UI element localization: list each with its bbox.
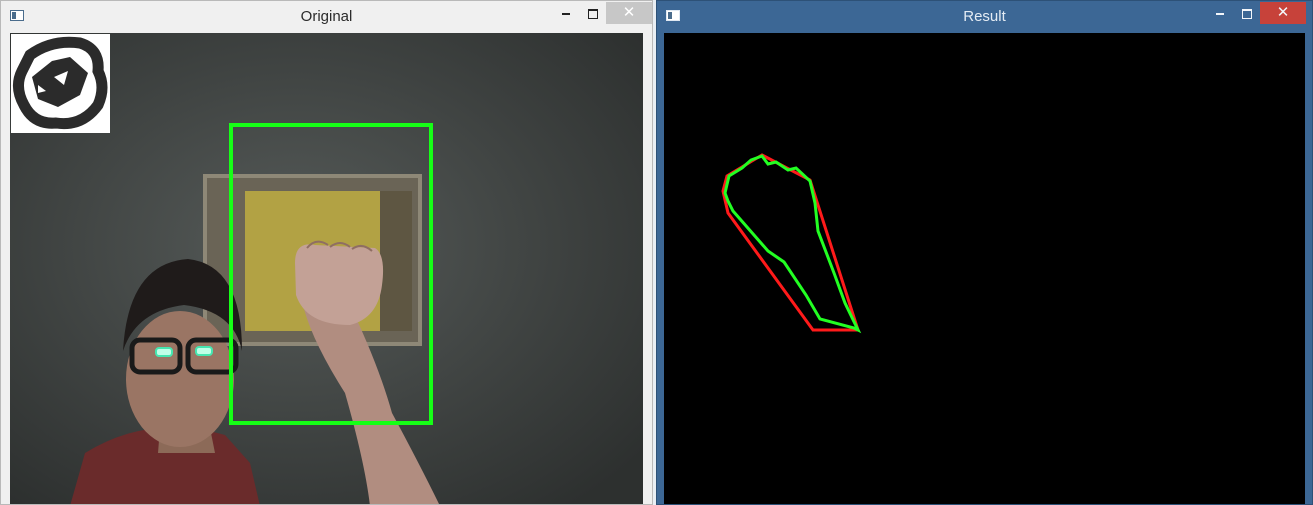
close-button[interactable]: ✕ [1260, 2, 1306, 24]
maximize-button[interactable] [580, 2, 606, 24]
maximize-button[interactable] [1234, 2, 1260, 24]
minimize-button[interactable] [1207, 2, 1233, 24]
maximize-icon [588, 8, 598, 19]
close-icon: ✕ [622, 4, 636, 21]
close-icon: ✕ [1276, 4, 1290, 21]
close-button[interactable]: ✕ [606, 2, 652, 24]
minimize-icon [1216, 12, 1224, 15]
title-bar[interactable]: Result ✕ [657, 1, 1312, 32]
person-head [126, 311, 234, 447]
maximize-icon [1242, 8, 1252, 19]
result-canvas [664, 33, 1305, 504]
minimize-icon [562, 12, 570, 15]
title-bar[interactable]: Original ✕ [1, 1, 652, 32]
original-window: Original ✕ [0, 0, 653, 505]
fist [295, 244, 384, 325]
minimize-button[interactable] [553, 2, 579, 24]
camera-view [10, 33, 643, 504]
eye-highlight [155, 347, 173, 357]
logo-overlay [11, 34, 110, 133]
result-window: Result ✕ [656, 0, 1313, 505]
